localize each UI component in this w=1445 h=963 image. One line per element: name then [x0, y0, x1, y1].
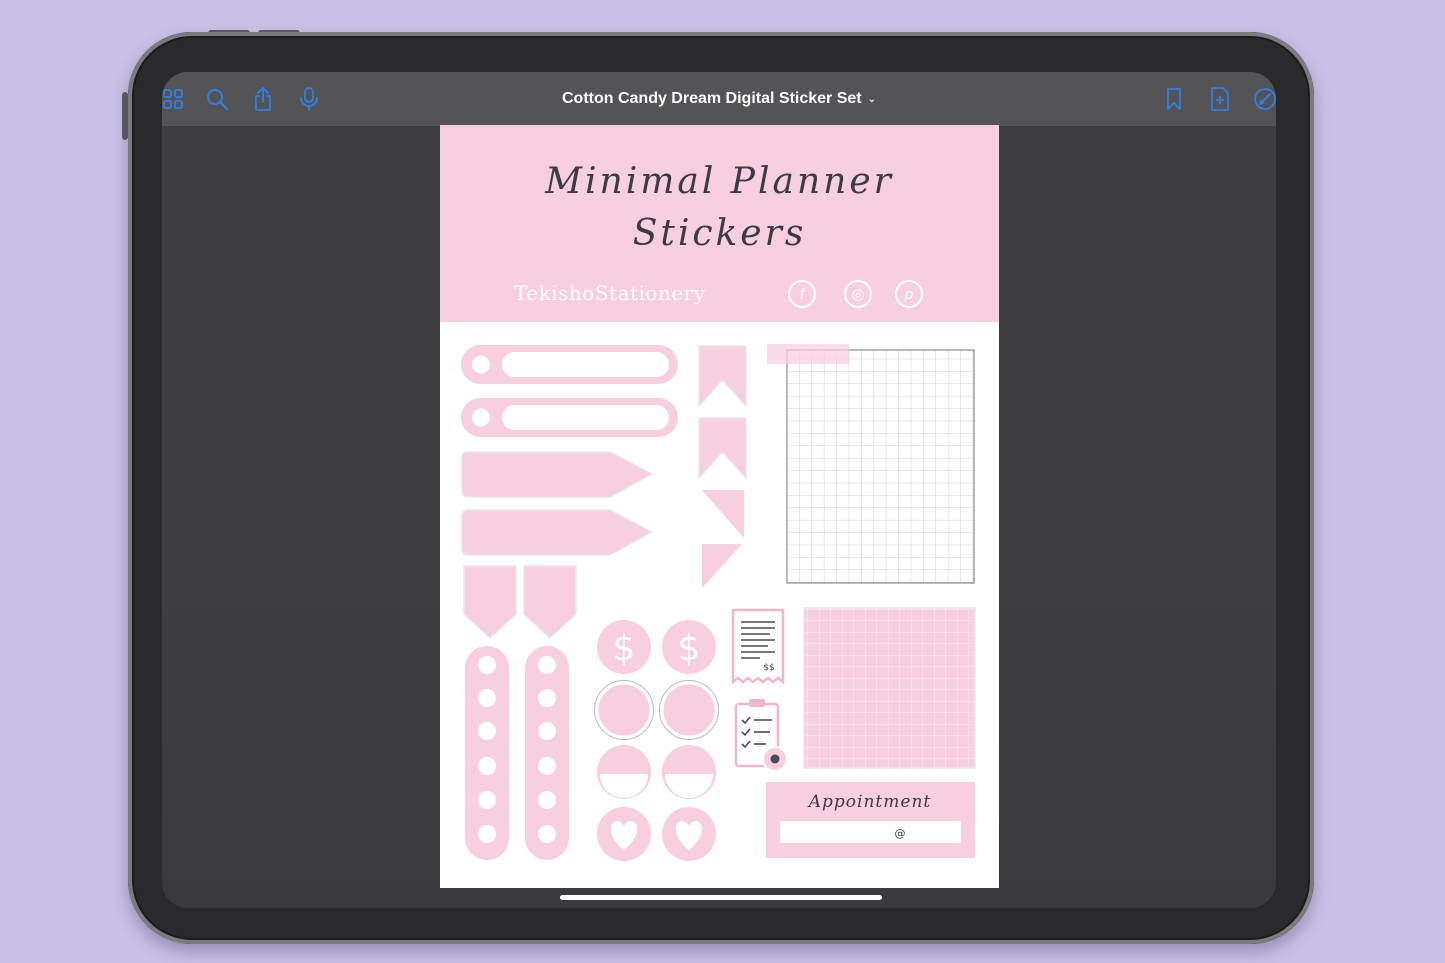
- dollar-icon: $: [678, 628, 701, 669]
- markup-icon[interactable]: [1252, 86, 1276, 112]
- facebook-icon: f: [788, 280, 816, 308]
- circle-sticker[interactable]: [659, 680, 719, 740]
- corner-sticker[interactable]: [702, 490, 744, 538]
- add-page-icon[interactable]: [1207, 86, 1233, 112]
- pointer-flag-sticker[interactable]: [463, 565, 517, 640]
- at-icon: @: [895, 827, 906, 840]
- bookmark-flag-sticker[interactable]: [698, 345, 747, 408]
- corner-sticker[interactable]: [702, 544, 742, 588]
- clipboard-sticker[interactable]: [734, 699, 788, 772]
- chevron-down-icon[interactable]: ⌄: [868, 94, 876, 105]
- heart-circle-sticker[interactable]: [662, 807, 716, 861]
- pinterest-icon: p: [895, 280, 923, 308]
- half-circle-sticker[interactable]: [662, 745, 716, 799]
- arrow-tab-sticker[interactable]: [461, 509, 654, 556]
- label-sticker[interactable]: [461, 398, 678, 437]
- grid-note-sticker[interactable]: [767, 344, 975, 584]
- half-circle-sticker[interactable]: [597, 745, 651, 799]
- pink-grid-sticker[interactable]: [803, 607, 976, 769]
- bookmark-flag-sticker[interactable]: [698, 417, 747, 480]
- receipt-text: $$: [763, 663, 774, 673]
- receipt-sticker[interactable]: [731, 608, 785, 685]
- arrow-tab-sticker[interactable]: [461, 451, 654, 498]
- label-sticker[interactable]: [461, 345, 678, 384]
- document-title-text: Cotton Candy Dream Digital Sticker Set: [561, 90, 862, 107]
- circle-sticker[interactable]: [594, 680, 654, 740]
- dot-strip-sticker[interactable]: [465, 646, 509, 860]
- heart-circle-sticker[interactable]: [597, 807, 651, 861]
- appointment-label: Appointment: [807, 792, 931, 812]
- app-toolbar: Cotton Candy Dream Digital Sticker Set ⌄: [162, 72, 1276, 126]
- pointer-flag-sticker[interactable]: [523, 565, 577, 640]
- home-indicator[interactable]: [560, 895, 882, 900]
- tablet-screen: Cotton Candy Dream Digital Sticker Set ⌄…: [162, 72, 1276, 908]
- instagram-icon: ◎: [844, 280, 872, 308]
- dot-strip-sticker[interactable]: [525, 646, 569, 860]
- sheet-title-line2: Stickers: [632, 213, 807, 254]
- sheet-header: Minimal Planner Stickers TekishoStatione…: [440, 125, 999, 322]
- sheet-title-line1: Minimal Planner: [545, 161, 894, 202]
- sticker-canvas: $ $ $$ Appointment @: [461, 344, 976, 861]
- brand-name: TekishoStationery: [514, 281, 706, 305]
- sticker-sheet[interactable]: Minimal Planner Stickers TekishoStatione…: [440, 125, 999, 888]
- document-title[interactable]: Cotton Candy Dream Digital Sticker Set ⌄: [162, 72, 1276, 126]
- dollar-icon: $: [613, 628, 636, 669]
- bookmark-icon[interactable]: [1161, 86, 1187, 112]
